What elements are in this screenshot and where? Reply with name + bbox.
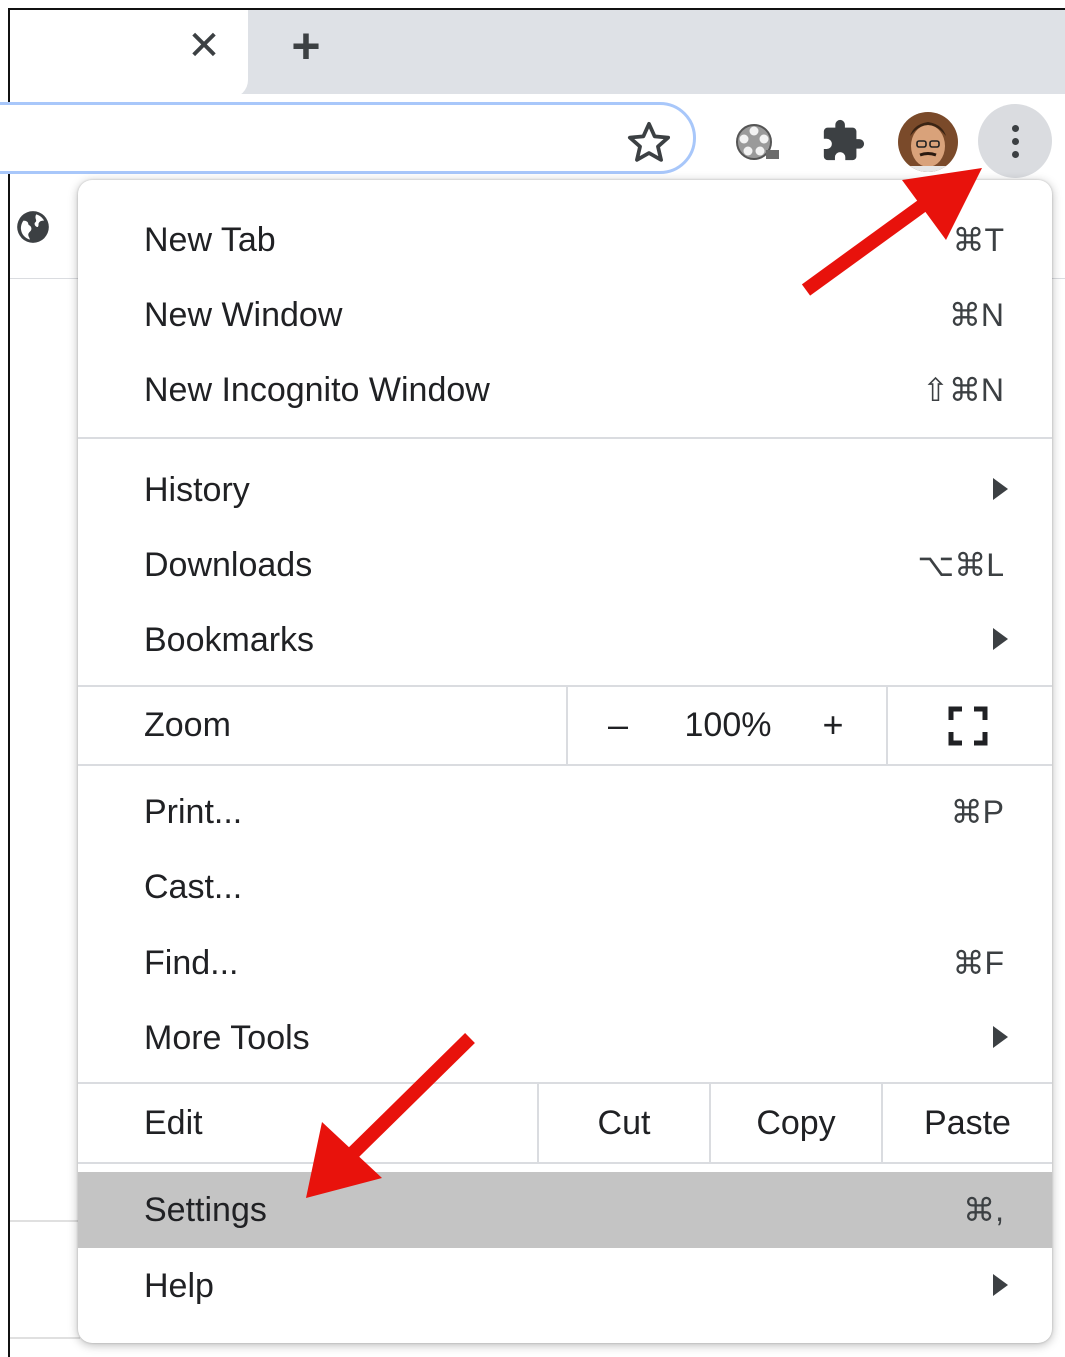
menu-separator (78, 1162, 1052, 1164)
zoom-label: Zoom (144, 706, 231, 744)
menu-item-new-window[interactable]: New Window ⌘N (78, 277, 1052, 353)
page-divider (10, 1337, 80, 1339)
cut-button[interactable]: Cut (539, 1084, 709, 1162)
menu-item-label: Settings (144, 1191, 267, 1229)
zoom-divider (886, 686, 888, 764)
menu-item-new-tab[interactable]: New Tab ⌘T (78, 202, 1052, 278)
menu-item-shortcut: ⌘F (952, 945, 1004, 981)
menu-item-label: History (144, 471, 250, 509)
star-icon[interactable] (624, 118, 674, 168)
submenu-arrow-icon (993, 1274, 1008, 1296)
menu-item-shortcut: ⇧⌘N (922, 372, 1004, 408)
more-vert-icon (1012, 125, 1019, 132)
menu-item-bookmarks[interactable]: Bookmarks (78, 602, 1052, 678)
menu-item-label: Cast... (144, 868, 243, 906)
menu-separator (78, 764, 1052, 766)
submenu-arrow-icon (993, 1026, 1008, 1048)
menu-item-label: New Incognito Window (144, 371, 490, 409)
address-bar[interactable] (0, 102, 696, 174)
zoom-row: Zoom – 100% + (78, 686, 1052, 764)
menu-item-new-incognito-window[interactable]: New Incognito Window ⇧⌘N (78, 352, 1052, 428)
zoom-in-button[interactable]: + (798, 686, 868, 764)
more-vert-dot (1012, 151, 1019, 158)
menu-item-label: Bookmarks (144, 621, 315, 659)
menu-item-downloads[interactable]: Downloads ⌥⌘L (78, 527, 1052, 603)
menu-item-cast[interactable]: Cast... (78, 849, 1052, 925)
edit-label: Edit (144, 1104, 203, 1142)
chrome-menu: New Tab ⌘T New Window ⌘N New Incognito W… (78, 180, 1052, 1343)
menu-item-print[interactable]: Print... ⌘P (78, 774, 1052, 850)
more-vert-dot (1012, 138, 1019, 145)
zoom-out-button[interactable]: – (578, 686, 658, 764)
menu-separator (78, 437, 1052, 439)
menu-item-label: Downloads (144, 546, 313, 584)
menu-item-more-tools[interactable]: More Tools (78, 1000, 1052, 1076)
edit-row: Edit Cut Copy Paste (78, 1084, 1052, 1162)
menu-item-history[interactable]: History (78, 452, 1052, 528)
menu-item-label: Print... (144, 793, 243, 831)
menu-item-settings[interactable]: Settings ⌘, (78, 1172, 1052, 1248)
menu-item-shortcut: ⌥⌘L (917, 547, 1004, 583)
submenu-arrow-icon (993, 628, 1008, 650)
profile-avatar[interactable] (898, 112, 958, 172)
film-reel-extension-icon[interactable] (732, 116, 782, 166)
menu-item-label: New Window (144, 296, 343, 334)
menu-item-shortcut: ⌘P (950, 794, 1004, 830)
close-tab-button[interactable]: ✕ (186, 26, 222, 66)
fullscreen-icon[interactable] (948, 706, 988, 746)
menu-item-find[interactable]: Find... ⌘F (78, 925, 1052, 1001)
page-divider (10, 1220, 80, 1222)
zoom-level: 100% (684, 706, 772, 744)
paste-button[interactable]: Paste (883, 1084, 1052, 1162)
menu-item-shortcut: ⌘N (948, 297, 1004, 333)
menu-item-label: New Tab (144, 221, 276, 259)
menu-item-shortcut: ⌘, (963, 1192, 1004, 1228)
zoom-divider (566, 686, 568, 764)
menu-item-shortcut: ⌘T (952, 222, 1004, 258)
globe-icon (17, 211, 49, 243)
copy-button[interactable]: Copy (711, 1084, 881, 1162)
menu-item-help[interactable]: Help (78, 1248, 1052, 1324)
submenu-arrow-icon (993, 478, 1008, 500)
new-tab-button[interactable]: + (282, 21, 330, 71)
menu-item-label: More Tools (144, 1019, 310, 1057)
menu-item-label: Help (144, 1267, 214, 1305)
menu-item-label: Find... (144, 944, 239, 982)
more-vert-button[interactable] (978, 104, 1052, 178)
puzzle-extensions-icon[interactable] (820, 118, 866, 164)
